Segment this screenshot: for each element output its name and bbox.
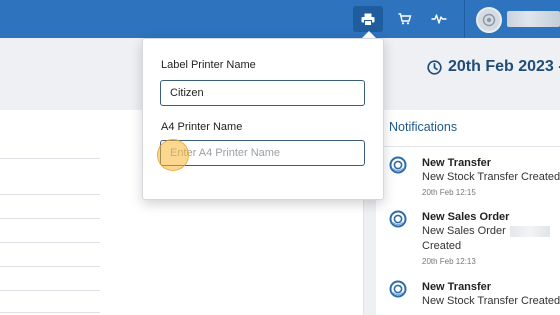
notification-time: 20th Feb 12:15	[422, 188, 476, 197]
printer-icon	[361, 13, 375, 26]
row-divider	[0, 312, 100, 313]
company-logo-icon	[389, 280, 407, 298]
notification-body: New Stock Transfer Created	[422, 295, 560, 307]
avatar[interactable]	[476, 7, 502, 33]
redacted-text	[509, 225, 550, 237]
notification-time: 20th Feb 12:13	[422, 257, 476, 266]
activity-icon	[431, 14, 447, 24]
row-divider	[0, 158, 100, 159]
navbar-divider	[464, 0, 465, 38]
date-display: 20th Feb 2023 -	[427, 57, 560, 77]
company-logo-icon	[389, 210, 407, 228]
notification-body: New Stock Transfer Created	[422, 171, 560, 183]
notification-item[interactable]: New Transfer New Stock Transfer Created …	[389, 156, 560, 208]
label-printer-label: Label Printer Name	[161, 59, 256, 71]
row-divider	[0, 218, 100, 219]
click-indicator	[157, 139, 189, 171]
notification-item[interactable]: New Transfer New Stock Transfer Created	[389, 280, 560, 315]
notification-body-line: Created	[422, 240, 462, 252]
printer-settings-popup: Label Printer Name A4 Printer Name	[142, 38, 384, 200]
user-logo-icon	[482, 13, 496, 27]
row-divider	[0, 290, 100, 291]
popup-arrow	[362, 31, 376, 38]
cart-icon	[398, 13, 412, 25]
a4-printer-input[interactable]	[160, 140, 365, 166]
notification-title: New Transfer	[422, 157, 492, 169]
row-divider	[0, 242, 100, 243]
notifications-panel: Notifications New Transfer New Stock Tra…	[376, 110, 560, 315]
notification-title: New Sales Order	[422, 211, 510, 223]
notification-title: New Transfer	[422, 281, 492, 293]
notifications-title: Notifications	[389, 120, 458, 134]
row-divider	[0, 266, 100, 267]
notifications-divider	[376, 146, 560, 147]
company-logo-icon	[389, 156, 407, 174]
label-printer-input[interactable]	[160, 80, 365, 106]
notification-body-line: New Sales Order	[422, 225, 506, 237]
printer-settings-button[interactable]	[353, 6, 383, 32]
top-navbar	[0, 0, 560, 38]
notification-body: New Sales Order	[422, 224, 560, 239]
activity-button[interactable]	[424, 6, 454, 32]
cart-button[interactable]	[390, 6, 420, 32]
notification-item[interactable]: New Sales Order New Sales Order Created …	[389, 210, 560, 280]
a4-printer-label: A4 Printer Name	[161, 121, 243, 133]
row-divider	[0, 194, 100, 195]
date-text: 20th Feb 2023 -	[448, 58, 560, 75]
clock-icon	[427, 59, 442, 75]
user-name-redacted[interactable]	[507, 11, 560, 27]
